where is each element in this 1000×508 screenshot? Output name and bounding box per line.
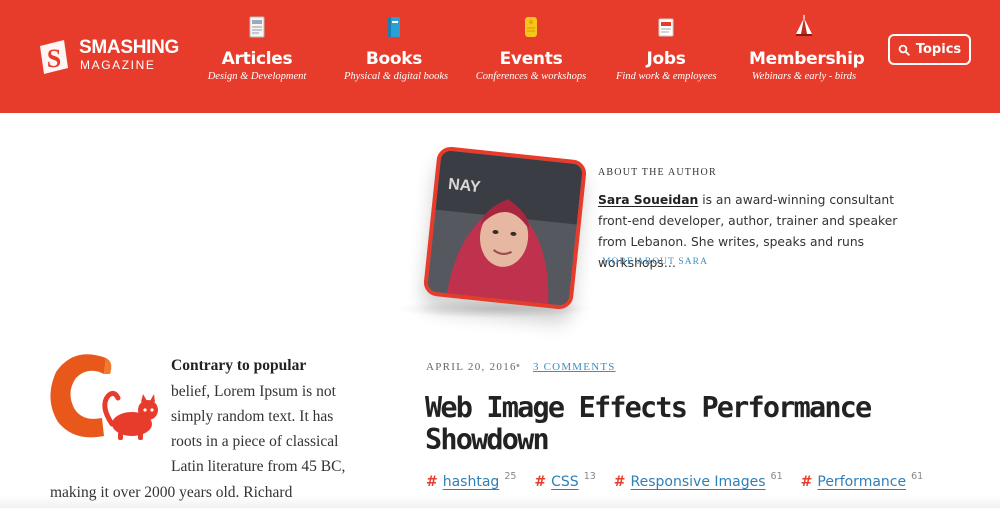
topics-button[interactable]: Topics xyxy=(888,34,971,65)
nav-jobs-sub: Find work & employees xyxy=(616,71,717,82)
logo-line-2: MAGAZINE xyxy=(80,58,156,72)
svg-text:S: S xyxy=(47,44,61,73)
nav-events[interactable]: Events Conferences & workshops xyxy=(475,14,587,82)
article-title: Web Image Effects Performance Showdown xyxy=(425,391,872,456)
intro-line: Latin literature from 45 BC, xyxy=(171,458,346,475)
nav-membership-sub: Webinars & early - birds xyxy=(751,71,857,82)
nav-events-sub: Conferences & workshops xyxy=(475,71,587,82)
tag-name[interactable]: CSS xyxy=(551,474,579,490)
tag-item[interactable]: # CSS 13 xyxy=(534,471,596,490)
tag-hash: # xyxy=(426,474,438,490)
nav-books-sub: Physical & digital books xyxy=(344,71,449,82)
nav-books[interactable]: Books Physical & digital books xyxy=(344,14,449,82)
tag-name[interactable]: hashtag xyxy=(443,474,500,490)
about-author-heading: ABOUT THE AUTHOR xyxy=(598,167,717,178)
tag-count: 13 xyxy=(583,471,596,482)
nav-jobs-label: Jobs xyxy=(646,49,686,69)
tag-count: 61 xyxy=(770,471,783,482)
tag-hash: # xyxy=(534,474,547,490)
nav-membership[interactable]: Membership Webinars & early - birds xyxy=(749,14,865,82)
tag-hash: # xyxy=(613,474,626,490)
tent-icon xyxy=(796,15,812,36)
ticket-icon xyxy=(525,17,537,37)
nav-books-label: Books xyxy=(365,49,423,69)
intro-line: belief, Lorem Ipsum is not xyxy=(171,383,336,400)
article-icon xyxy=(249,16,265,38)
intro-line: simply random text. It has xyxy=(171,408,334,425)
site-header: S SMASHING MAGAZINE Articles Design & De… xyxy=(0,0,1000,113)
intro-lead-text: Contrary to popular xyxy=(171,357,307,374)
nav-events-label: Events xyxy=(499,49,563,69)
author-name-link[interactable]: Sara Soueidan xyxy=(598,193,698,207)
tag-count: 61 xyxy=(911,471,924,482)
smashing-s-logo-icon: S xyxy=(40,40,68,74)
tag-item[interactable]: # hashtag 25 xyxy=(426,471,517,490)
tag-list: # hashtag 25 # CSS 13 # Responsive Image… xyxy=(426,471,924,490)
book-icon xyxy=(388,17,400,37)
bottom-fade xyxy=(0,494,1000,508)
job-icon xyxy=(658,18,674,37)
tag-count: 25 xyxy=(504,471,517,482)
author-photo[interactable]: NAY xyxy=(422,145,588,311)
author-portrait-image: NAY xyxy=(426,149,584,307)
nav-membership-label: Membership xyxy=(749,49,865,69)
search-icon xyxy=(898,44,910,56)
tag-name[interactable]: Responsive Images xyxy=(631,474,766,490)
tag-hash: # xyxy=(800,474,813,490)
nav-articles-sub: Design & Development xyxy=(207,71,307,82)
tag-name[interactable]: Performance xyxy=(817,474,906,490)
meta-separator: • xyxy=(516,360,520,372)
nav-jobs[interactable]: Jobs Find work & employees xyxy=(616,14,717,82)
nav-articles[interactable]: Articles Design & Development xyxy=(207,14,307,82)
topics-label: Topics xyxy=(915,42,962,57)
dropcap-cat-illustration-icon xyxy=(50,354,158,440)
tag-item[interactable]: # Performance 61 xyxy=(800,471,924,490)
comments-link[interactable]: 3 COMMENTS xyxy=(533,361,616,373)
svg-text:NAY: NAY xyxy=(447,176,481,196)
article-date: APRIL 20, 2016 xyxy=(426,361,517,373)
nav-articles-label: Articles xyxy=(221,49,293,69)
tag-item[interactable]: # Responsive Images 61 xyxy=(613,471,783,490)
logo-line-1: SMASHING xyxy=(79,37,179,58)
more-about-author-link[interactable]: MORE ABOUT SARA xyxy=(602,257,708,267)
site-logo[interactable]: S SMASHING MAGAZINE xyxy=(34,34,194,104)
intro-line: roots in a piece of classical xyxy=(171,433,339,450)
